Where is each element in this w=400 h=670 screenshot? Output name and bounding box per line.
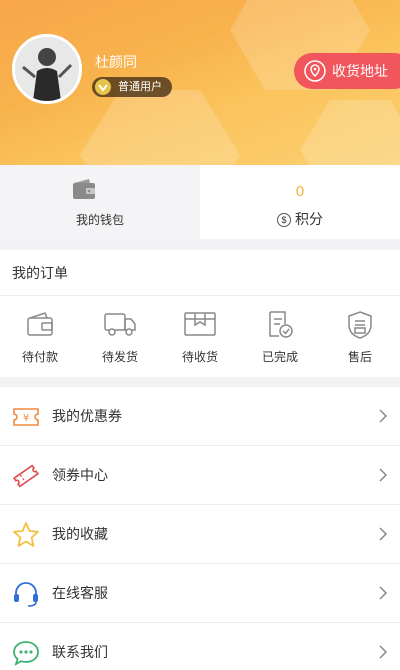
profile-page: 杜颜同 普通用户 收货地址 我的钱包 0 $ 积分 我的订单 待付款 待发货 待… [0, 0, 400, 670]
vip-badge-icon [95, 79, 111, 95]
user-level-label: 普通用户 [118, 81, 162, 93]
profile-header: 杜颜同 普通用户 收货地址 [0, 0, 400, 165]
box-icon [184, 312, 216, 336]
shipping-address-button[interactable]: 收货地址 [294, 53, 400, 89]
order-completed[interactable]: 已完成 [240, 296, 320, 376]
menu-item-label: 领券中心 [52, 467, 108, 483]
order-item-label: 待收货 [181, 350, 218, 364]
wallet-label: 我的钱包 [75, 213, 124, 227]
points-label-row: $ 积分 [200, 209, 400, 229]
order-pending-payment[interactable]: 待付款 [0, 296, 80, 376]
menu-list: ¥ 我的优惠券 领券中心 我的收藏 在线客服 联系我们 [0, 387, 400, 670]
account-stats: 我的钱包 0 $ 积分 [0, 165, 400, 239]
menu-item-label: 在线客服 [52, 585, 108, 601]
points-label: 积分 [295, 211, 323, 227]
decor-hexagon [300, 100, 400, 165]
menu-item-contact-us[interactable]: 联系我们 [0, 623, 400, 670]
menu-item-online-service[interactable]: 在线客服 [0, 564, 400, 623]
menu-item-my-coupons[interactable]: ¥ 我的优惠券 [0, 387, 400, 446]
order-to-ship[interactable]: 待发货 [80, 296, 160, 376]
user-name: 杜颜同 [95, 54, 137, 70]
chevron-right-icon [379, 586, 388, 600]
order-to-receive[interactable]: 待收货 [160, 296, 240, 376]
my-wallet-button[interactable]: 我的钱包 [0, 165, 200, 239]
orders-title[interactable]: 我的订单 [0, 250, 400, 296]
shield-icon [348, 311, 372, 339]
points-button[interactable]: 0 $ 积分 [200, 165, 400, 239]
wallet-icon [73, 179, 95, 199]
star-icon [13, 522, 39, 547]
menu-item-label: 我的收藏 [52, 526, 108, 542]
svg-text:¥: ¥ [23, 413, 29, 424]
menu-item-favorites[interactable]: 我的收藏 [0, 505, 400, 564]
order-item-label: 已完成 [261, 350, 298, 364]
order-status-row: 待付款 待发货 待收货 已完成 售后 [0, 296, 400, 376]
avatar[interactable] [12, 34, 82, 104]
menu-item-label: 我的优惠券 [52, 408, 122, 424]
ticket-icon [13, 464, 39, 488]
menu-item-coupon-center[interactable]: 领券中心 [0, 446, 400, 505]
coupon-icon: ¥ [13, 408, 39, 426]
location-pin-icon [304, 60, 326, 82]
points-value: 0 [295, 183, 305, 200]
shipping-address-label: 收货地址 [332, 63, 388, 79]
order-item-label: 待付款 [21, 350, 58, 364]
chevron-right-icon [379, 527, 388, 541]
completed-doc-icon [269, 311, 293, 338]
truck-icon [104, 313, 136, 336]
wallet-icon [27, 312, 53, 336]
order-item-label: 待发货 [101, 350, 138, 364]
headset-icon [14, 582, 38, 607]
user-level-badge: 普通用户 [92, 77, 172, 97]
chevron-right-icon [379, 409, 388, 423]
menu-item-label: 联系我们 [52, 644, 108, 660]
coin-icon: $ [277, 213, 291, 227]
chevron-right-icon [379, 645, 388, 659]
chevron-right-icon [379, 468, 388, 482]
order-after-sales[interactable]: 售后 [320, 296, 400, 376]
chat-icon [13, 641, 39, 666]
decor-hexagon [80, 90, 240, 165]
my-orders-section: 我的订单 待付款 待发货 待收货 已完成 售后 [0, 250, 400, 377]
order-item-label: 售后 [347, 350, 372, 364]
